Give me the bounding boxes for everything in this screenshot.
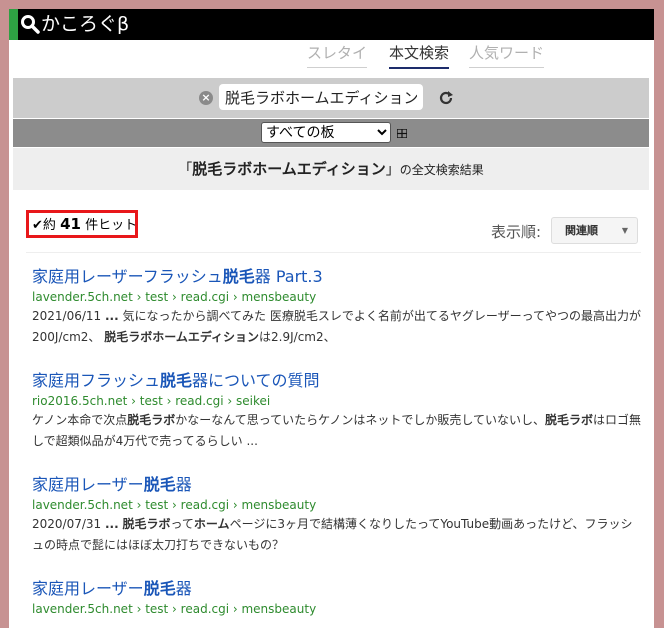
title-highlight: 脱毛 xyxy=(143,579,176,598)
snippet-ellipsis: ... xyxy=(104,517,119,531)
result-title[interactable]: 家庭用レーザー脱毛器 xyxy=(32,474,644,496)
snippet-highlight: 脱毛ラボホームエディション xyxy=(104,330,260,344)
title-text: 家庭用フラッシュ xyxy=(32,371,161,390)
snippet-ellipsis: ... xyxy=(104,309,119,323)
result-snippet: ケノン本命で次点脱毛ラボかなーなんて思っていたらケノンはネットでしか販売していな… xyxy=(32,410,644,452)
snippet-text: かなーなんて思っていたらケノンはネットでしか販売していないし、 xyxy=(175,413,546,427)
title-highlight: 脱毛 xyxy=(222,267,255,286)
snippet-text: って xyxy=(170,517,194,531)
board-select[interactable]: すべての板 xyxy=(261,122,391,143)
tab-thread-title[interactable]: スレタイ xyxy=(307,42,368,68)
result-url[interactable]: rio2016.5ch.net › test › read.cgi › seik… xyxy=(32,392,644,410)
site-logo[interactable]: かころぐβ xyxy=(41,12,129,36)
snippet-highlight: ホーム xyxy=(193,517,230,531)
result-snippet: 2020/07/31 ... 脱毛ラボってホームページに3ヶ月で結構薄くなりした… xyxy=(32,514,644,556)
title-text: 家庭用レーザー xyxy=(32,475,144,494)
snippet-text: 2020/07/31 xyxy=(32,517,105,531)
result-url[interactable]: lavender.5ch.net › test › read.cgi › men… xyxy=(32,288,644,306)
title-text: 器についての質問 xyxy=(192,371,320,390)
title-text: 器 Part.3 xyxy=(254,267,323,286)
check-icon: ✔ xyxy=(32,218,43,233)
snippet-text: は2.9J/cm2、 xyxy=(259,330,336,344)
result-url[interactable]: lavender.5ch.net › test › read.cgi › men… xyxy=(32,496,644,514)
snippet-highlight: 脱毛ラボ xyxy=(545,413,594,427)
search-icon[interactable] xyxy=(20,14,40,34)
result-item: 家庭用レーザー脱毛器 lavender.5ch.net › test › rea… xyxy=(32,474,644,556)
title-highlight: 脱毛 xyxy=(143,475,176,494)
result-heading-suffix: の全文検索結果 xyxy=(399,163,484,177)
grid-icon[interactable] xyxy=(397,129,407,138)
sort-label: 表示順: xyxy=(491,223,542,241)
result-title[interactable]: 家庭用レーザーフラッシュ脱毛器 Part.3 xyxy=(32,266,644,288)
caret-down-icon: ▼ xyxy=(621,226,628,235)
query-text: 脱毛ラボホームエディション xyxy=(192,160,386,178)
board-filter-bar: すべての板 xyxy=(13,119,649,147)
title-text: 器 xyxy=(175,475,192,494)
sort-value: 関連順 xyxy=(565,224,598,237)
hit-suffix: 件ヒット xyxy=(85,218,138,233)
quote-close: 」 xyxy=(385,162,400,178)
title-text: 家庭用レーザー xyxy=(32,579,144,598)
divider xyxy=(26,252,641,253)
result-url[interactable]: lavender.5ch.net › test › read.cgi › men… xyxy=(32,600,644,618)
result-snippet: 2021/06/11 ... 気になったから調べてみた 医療脱毛スレでよく名前が… xyxy=(32,306,644,348)
search-bar: × xyxy=(13,78,649,118)
snippet-text: ケノン本命で次点 xyxy=(32,413,128,427)
title-text: 器 xyxy=(175,579,192,598)
quote-open: 「 xyxy=(178,162,193,178)
snippet-text: 2021/06/11 xyxy=(32,309,105,323)
search-mode-tabs: スレタイ 本文検索 人気ワード xyxy=(9,40,654,70)
clear-icon[interactable]: × xyxy=(199,91,213,105)
title-highlight: 脱毛 xyxy=(160,371,193,390)
result-title[interactable]: 家庭用レーザー脱毛器 xyxy=(32,578,644,600)
refresh-icon[interactable] xyxy=(438,90,454,106)
brand-stripe xyxy=(9,9,18,40)
result-item: 家庭用フラッシュ脱毛器についての質問 rio2016.5ch.net › tes… xyxy=(32,370,644,452)
hit-number: 41 xyxy=(60,215,81,233)
tab-fulltext-search[interactable]: 本文検索 xyxy=(389,42,450,69)
result-heading: 「脱毛ラボホームエディション」の全文検索結果 xyxy=(13,148,649,190)
snippet-highlight: 脱毛ラボ xyxy=(127,413,176,427)
top-bar: かころぐβ xyxy=(9,9,654,40)
result-title[interactable]: 家庭用フラッシュ脱毛器についての質問 xyxy=(32,370,644,392)
title-text: 家庭用レーザーフラッシュ xyxy=(32,267,223,286)
page-frame: かころぐβ スレタイ 本文検索 人気ワード × すべての板 「脱毛ラボホームエデ… xyxy=(9,9,654,628)
tab-popular-words[interactable]: 人気ワード xyxy=(469,42,545,68)
snippet-highlight: 脱毛ラボ xyxy=(122,517,171,531)
result-item: 家庭用レーザー脱毛器 lavender.5ch.net › test › rea… xyxy=(32,578,644,618)
hit-prefix: 約 xyxy=(42,218,56,233)
hit-count: ✔約 41 件ヒット xyxy=(26,210,138,238)
search-input[interactable] xyxy=(219,84,423,110)
sort-dropdown[interactable]: 関連順 ▼ xyxy=(551,217,638,244)
result-item: 家庭用レーザーフラッシュ脱毛器 Part.3 lavender.5ch.net … xyxy=(32,266,644,348)
